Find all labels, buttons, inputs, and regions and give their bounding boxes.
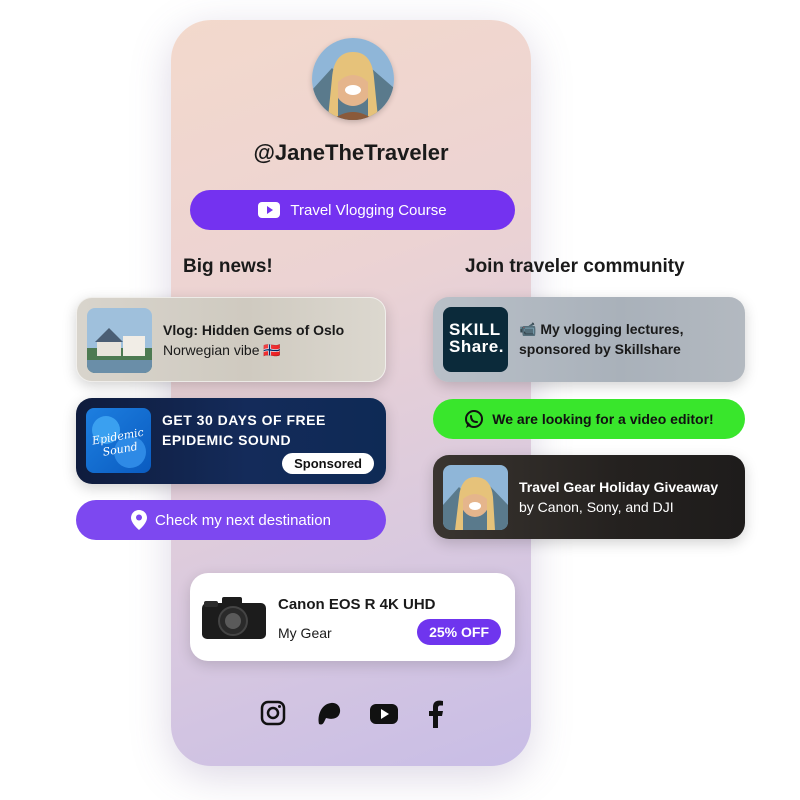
course-button-label: Travel Vlogging Course bbox=[290, 201, 447, 219]
youtube-icon[interactable] bbox=[370, 704, 398, 729]
social-icons-row bbox=[0, 700, 800, 730]
oslo-vlog-card[interactable]: Vlog: Hidden Gems of Oslo Norwegian vibe… bbox=[76, 297, 386, 382]
whatsapp-video-editor-button[interactable]: We are looking for a video editor! bbox=[433, 399, 745, 439]
epidemic-logo: Epidemic Sound bbox=[86, 408, 151, 473]
facebook-icon[interactable] bbox=[425, 700, 445, 733]
avatar[interactable] bbox=[312, 38, 394, 120]
epidemic-line2: EPIDEMIC SOUND bbox=[162, 432, 292, 448]
instagram-icon[interactable] bbox=[260, 700, 286, 731]
skillshare-line1: 📹 My vlogging lectures, bbox=[519, 321, 684, 337]
giveaway-card[interactable]: Travel Gear Holiday Giveaway by Canon, S… bbox=[433, 455, 745, 539]
skillshare-line2: sponsored by Skillshare bbox=[519, 341, 681, 357]
destination-button-label: Check my next destination bbox=[155, 511, 331, 529]
whatsapp-button-label: We are looking for a video editor! bbox=[492, 411, 714, 427]
epidemic-sound-card[interactable]: Epidemic Sound GET 30 DAYS OF FREE EPIDE… bbox=[76, 398, 386, 484]
giveaway-title: Travel Gear Holiday Giveaway bbox=[519, 479, 719, 495]
sponsored-badge: Sponsored bbox=[282, 453, 374, 474]
check-destination-button[interactable]: Check my next destination bbox=[76, 500, 386, 540]
community-heading: Join traveler community bbox=[465, 256, 685, 277]
skillshare-card[interactable]: SKILL Share. 📹 My vlogging lectures, spo… bbox=[433, 297, 745, 382]
youtube-icon bbox=[258, 202, 281, 218]
skillshare-logo-line2: Share. bbox=[449, 337, 504, 356]
giveaway-subtitle: by Canon, Sony, and DJI bbox=[519, 499, 674, 515]
discount-badge: 25% OFF bbox=[417, 619, 501, 645]
epidemic-line1: GET 30 DAYS OF FREE bbox=[162, 412, 326, 428]
whatsapp-icon bbox=[465, 410, 484, 428]
gear-subtitle: My Gear bbox=[278, 625, 332, 641]
travel-vlogging-course-button[interactable]: Travel Vlogging Course bbox=[190, 190, 515, 230]
avatar-image bbox=[312, 38, 394, 120]
skillshare-logo: SKILL Share. bbox=[443, 307, 508, 372]
patreon-icon[interactable] bbox=[315, 700, 343, 733]
oslo-card-subtitle: Norwegian vibe 🇳🇴 bbox=[163, 342, 281, 358]
giveaway-thumbnail bbox=[443, 465, 508, 530]
camera-image bbox=[200, 593, 268, 641]
location-pin-icon bbox=[131, 510, 148, 530]
username: @JaneTheTraveler bbox=[253, 140, 449, 165]
big-news-heading: Big news! bbox=[183, 256, 273, 277]
gear-product-card[interactable]: Canon EOS R 4K UHD My Gear 25% OFF bbox=[190, 573, 515, 661]
oslo-thumbnail bbox=[87, 308, 152, 373]
oslo-card-title: Vlog: Hidden Gems of Oslo bbox=[163, 322, 345, 338]
skillshare-logo-line1: SKILL bbox=[449, 320, 501, 339]
gear-title: Canon EOS R 4K UHD bbox=[278, 596, 436, 613]
